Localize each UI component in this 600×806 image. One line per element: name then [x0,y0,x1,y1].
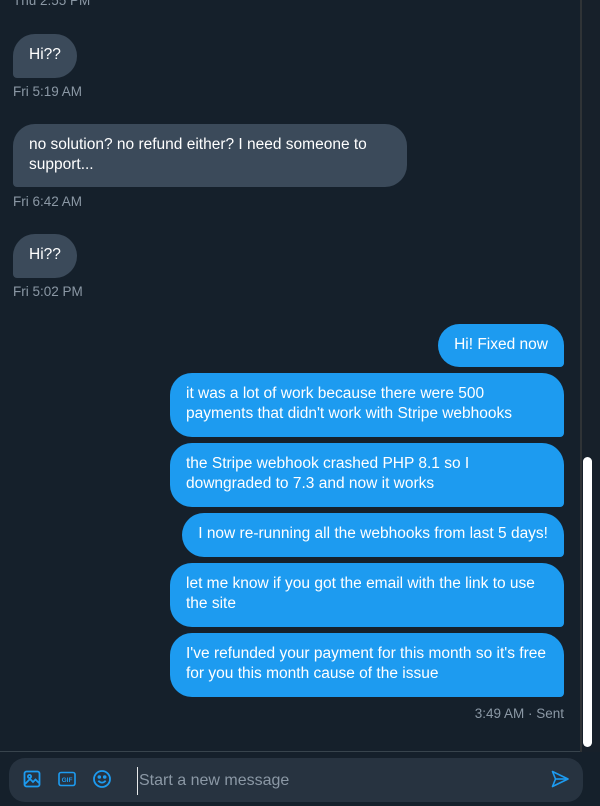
scrollbar-thumb[interactable] [583,457,592,747]
message-timestamp: Thu 2:55 PM [13,0,91,8]
gif-icon[interactable]: GIF [56,768,78,790]
outgoing-message[interactable]: Hi! Fixed now [438,324,564,367]
outgoing-message[interactable]: it was a lot of work because there were … [170,373,564,437]
message-timestamp: Fri 5:19 AM [13,84,83,99]
send-icon[interactable] [549,768,571,790]
incoming-message[interactable]: no solution? no refund either? I need so… [13,124,407,187]
incoming-message[interactable]: Hi?? [13,234,77,278]
message-timestamp: Fri 5:02 PM [13,284,83,299]
outgoing-message[interactable]: I now re-running all the webhooks from l… [182,513,564,557]
message-timestamp: Fri 6:42 AM [13,194,83,209]
image-icon[interactable] [21,768,43,790]
outgoing-message[interactable]: let me know if you got the email with th… [170,563,564,627]
incoming-message[interactable]: Hi?? [13,34,77,78]
outgoing-message[interactable]: I've refunded your payment for this mont… [170,633,564,697]
outgoing-message[interactable]: the Stripe webhook crashed PHP 8.1 so I … [170,443,564,507]
emoji-icon[interactable] [91,768,113,790]
svg-text:GIF: GIF [62,777,73,784]
message-status: 3:49 AM · Sent [474,706,564,721]
message-input[interactable] [137,767,521,795]
conversation-pane: Thu 2:55 PM Hi?? Fri 5:19 AM no solution… [0,0,580,752]
message-composer: GIF [9,758,583,802]
